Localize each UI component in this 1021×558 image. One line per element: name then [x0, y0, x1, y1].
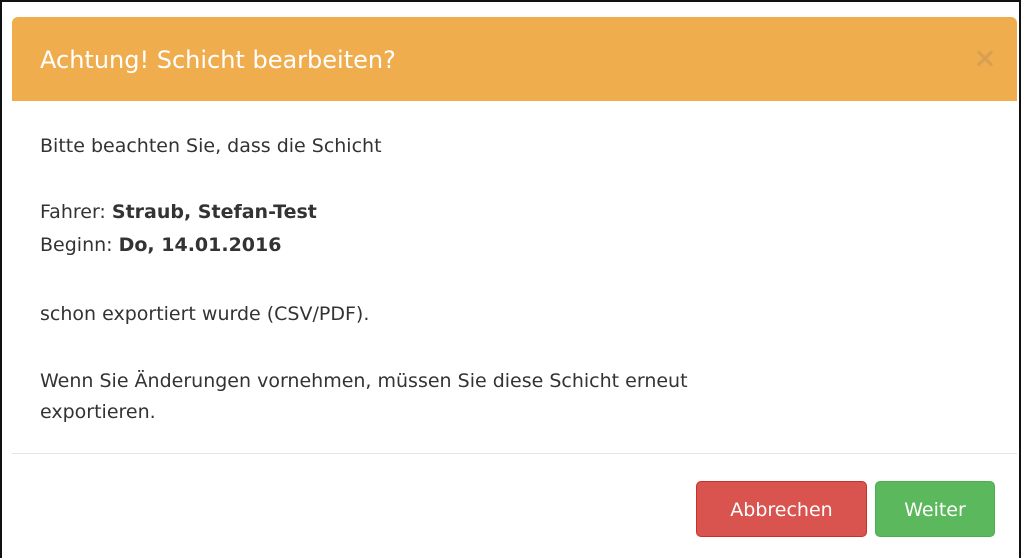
- modal-title: Achtung! Schicht bearbeiten?: [40, 46, 396, 74]
- modal-body: Bitte beachten Sie, dass die Schicht Fah…: [12, 101, 1017, 453]
- driver-line: Fahrer: Straub, Stefan-Test: [40, 197, 317, 227]
- modal-header: Achtung! Schicht bearbeiten? ×: [12, 17, 1017, 101]
- continue-button[interactable]: Weiter: [875, 481, 995, 537]
- driver-label: Fahrer:: [40, 201, 106, 223]
- footer-divider: [12, 453, 1017, 454]
- warning-text-line2: exportieren.: [40, 401, 156, 423]
- cancel-button[interactable]: Abbrechen: [696, 481, 867, 537]
- warning-text-line1: Wenn Sie Änderungen vornehmen, müssen Si…: [40, 370, 688, 392]
- start-line: Beginn: Do, 14.01.2016: [40, 230, 281, 260]
- modal-dialog: Achtung! Schicht bearbeiten? × Bitte bea…: [0, 0, 1021, 558]
- intro-text: Bitte beachten Sie, dass die Schicht: [40, 135, 382, 157]
- close-icon[interactable]: ×: [973, 43, 997, 73]
- exported-text: schon exportiert wurde (CSV/PDF).: [40, 303, 370, 325]
- start-value: Do, 14.01.2016: [118, 234, 282, 256]
- driver-value: Straub, Stefan-Test: [111, 201, 317, 223]
- start-label: Beginn:: [40, 234, 113, 256]
